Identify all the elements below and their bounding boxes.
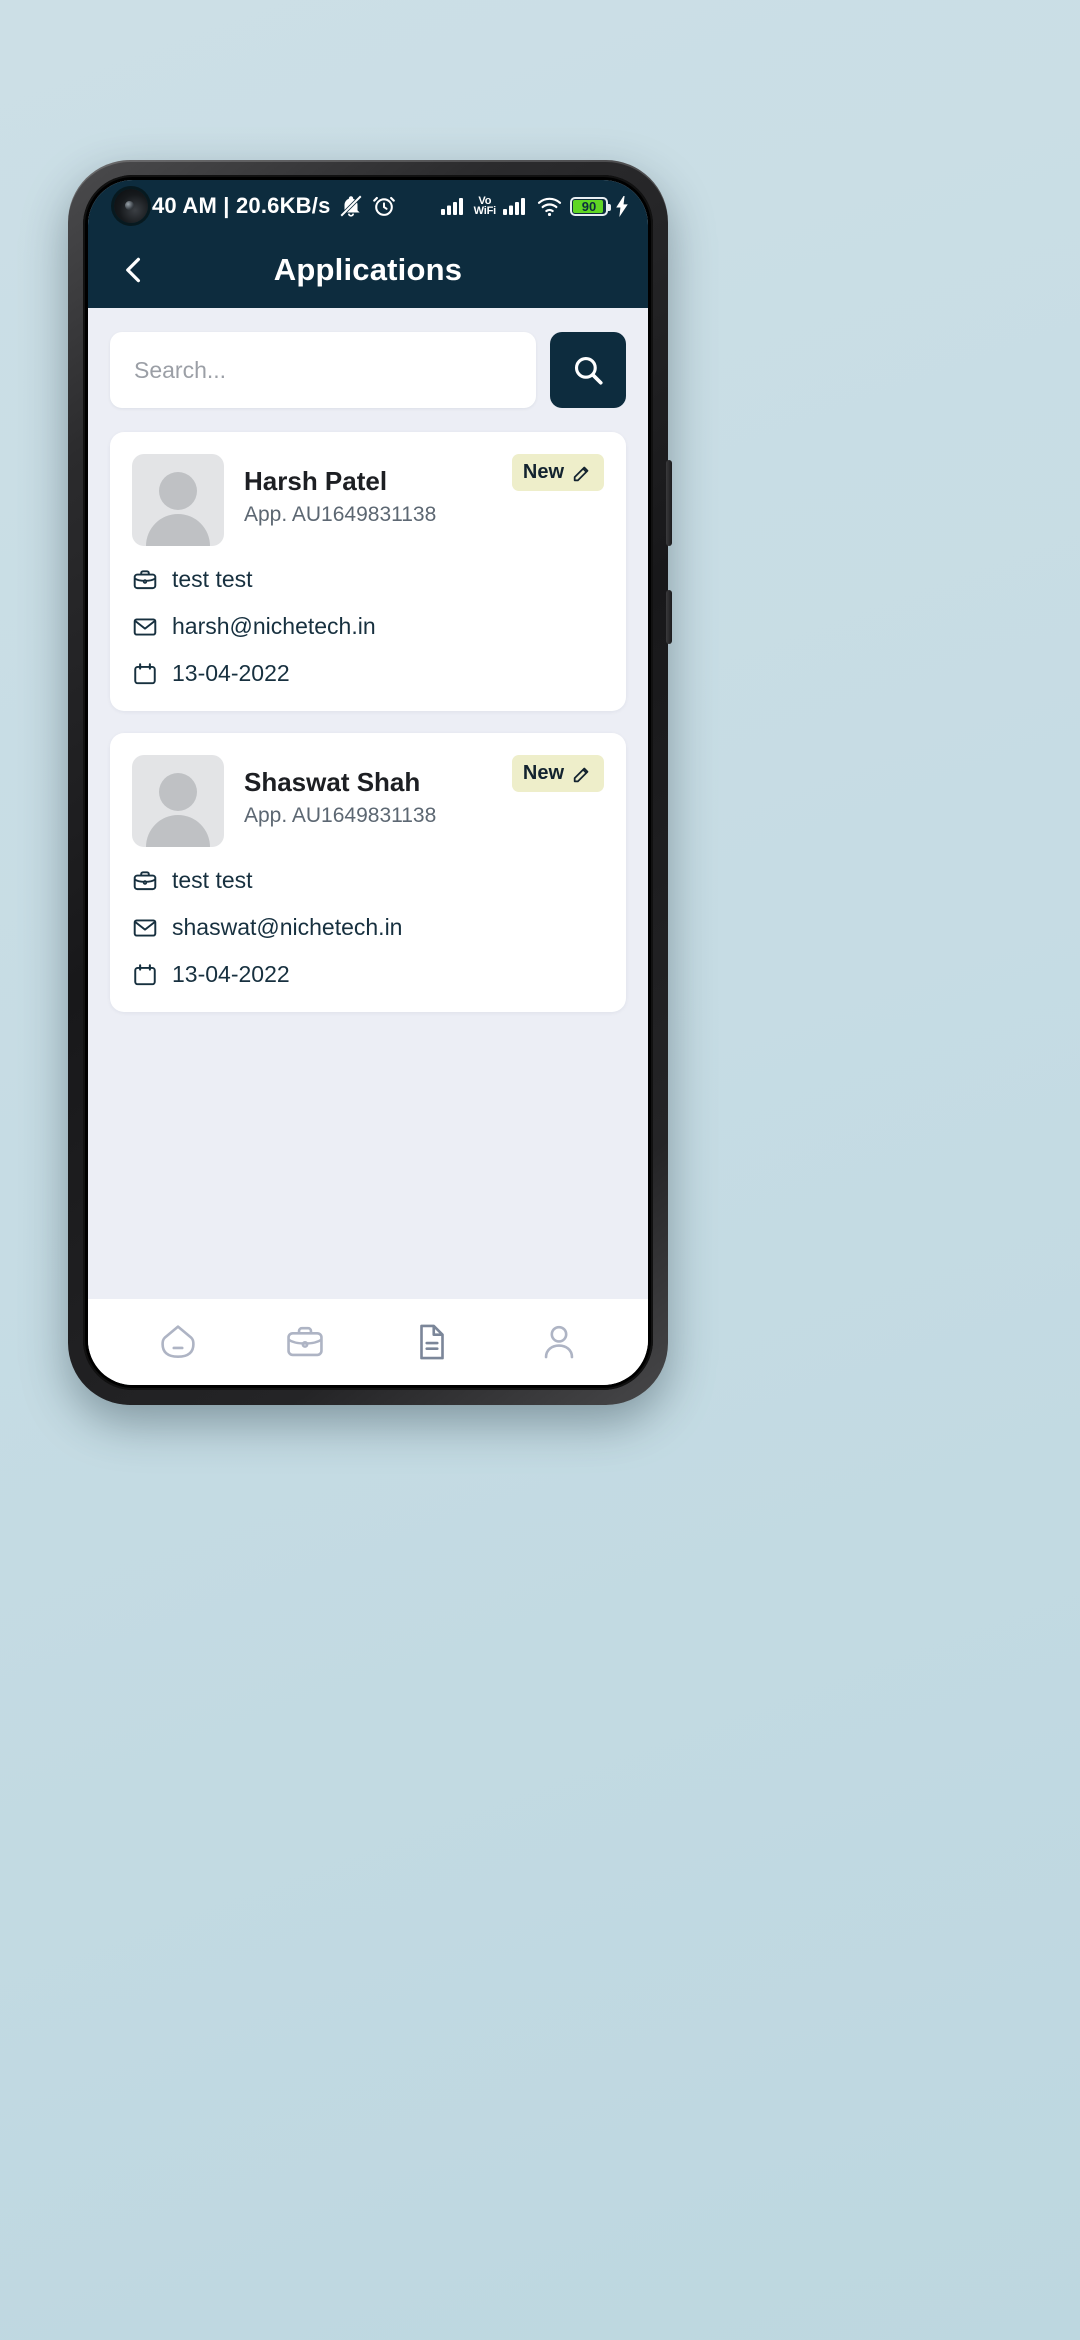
applicant-name: Shaswat Shah bbox=[244, 767, 421, 797]
search-row bbox=[110, 332, 626, 408]
envelope-icon bbox=[132, 915, 158, 941]
nav-item-jobs[interactable] bbox=[273, 1310, 337, 1374]
calendar-icon bbox=[132, 661, 158, 687]
email-address: shaswat@nichetech.in bbox=[172, 914, 403, 940]
page-title: Applications bbox=[273, 252, 463, 287]
content-area: New Harsh Patel App. AU1 bbox=[88, 304, 648, 1299]
avatar-head bbox=[159, 472, 197, 510]
charging-bolt-icon bbox=[616, 195, 628, 217]
detail-row-job: test test bbox=[132, 867, 604, 894]
application-card[interactable]: New Harsh Patel App. AU1649831138 test t… bbox=[110, 432, 626, 711]
document-icon bbox=[419, 1324, 444, 1360]
detail-row-email: shaswat@nichetech.in bbox=[132, 914, 604, 941]
status-bar: 40 AM | 20.6KB/s Vo WiFi 90 bbox=[88, 180, 648, 232]
avatar bbox=[132, 755, 224, 847]
phone-screen-bezel: 40 AM | 20.6KB/s Vo WiFi 90 Applications… bbox=[83, 175, 653, 1390]
nav-item-home[interactable] bbox=[146, 1310, 210, 1374]
briefcase-icon bbox=[132, 567, 158, 593]
app-header: Applications bbox=[88, 232, 648, 308]
signal-bars-icon bbox=[440, 198, 463, 215]
detail-row-job: test test bbox=[132, 566, 604, 593]
status-badge[interactable]: New bbox=[511, 755, 604, 792]
applicant-info: Shaswat Shah App. AU1649831138 bbox=[244, 755, 436, 828]
application-card[interactable]: New Shaswat Shah App. AU1649831138 test … bbox=[110, 733, 626, 1012]
signal-bars-icon-2 bbox=[503, 198, 525, 215]
search-icon bbox=[574, 356, 603, 385]
detail-row-email: harsh@nichetech.in bbox=[132, 613, 604, 640]
status-bar-right: Vo WiFi 90 bbox=[440, 195, 630, 217]
edit-pencil-icon bbox=[573, 466, 589, 481]
briefcase-icon bbox=[132, 868, 158, 894]
volume-button[interactable] bbox=[666, 460, 672, 546]
wifi-icon bbox=[537, 197, 562, 216]
battery-percent: 90 bbox=[581, 198, 597, 214]
applicant-name: Harsh Patel bbox=[244, 466, 388, 496]
status-bar-time-network: 40 AM | 20.6KB/s bbox=[152, 193, 331, 218]
application-number: App. AU1649831138 bbox=[244, 803, 437, 827]
calendar-icon bbox=[132, 962, 158, 988]
phone-device: 40 AM | 20.6KB/s Vo WiFi 90 Applications… bbox=[68, 160, 672, 1405]
application-date: 13-04-2022 bbox=[172, 961, 290, 987]
job-title: test test bbox=[172, 566, 253, 592]
edit-pencil-icon bbox=[573, 767, 589, 782]
status-badge-label: New bbox=[522, 461, 564, 483]
job-title: test test bbox=[172, 867, 253, 893]
applicant-info: Harsh Patel App. AU1649831138 bbox=[244, 454, 436, 527]
detail-row-date: 13-04-2022 bbox=[132, 660, 604, 687]
home-icon bbox=[160, 1325, 195, 1359]
chevron-left-icon bbox=[126, 257, 140, 283]
alarm-clock-icon bbox=[372, 196, 395, 216]
briefcase-icon bbox=[286, 1326, 323, 1357]
power-button[interactable] bbox=[666, 590, 672, 644]
nav-item-profile[interactable] bbox=[527, 1310, 591, 1374]
email-address: harsh@nichetech.in bbox=[172, 613, 376, 639]
search-input[interactable] bbox=[110, 332, 536, 408]
back-button[interactable] bbox=[112, 248, 156, 292]
application-number: App. AU1649831138 bbox=[244, 502, 437, 526]
status-badge[interactable]: New bbox=[511, 454, 604, 491]
avatar-head bbox=[159, 773, 197, 811]
vowifi-label: Vo WiFi bbox=[473, 195, 497, 217]
bell-muted-icon bbox=[339, 194, 362, 218]
status-bar-left: 40 AM | 20.6KB/s bbox=[152, 193, 397, 219]
avatar-body bbox=[146, 815, 210, 847]
status-badge-label: New bbox=[522, 762, 564, 784]
search-button[interactable] bbox=[550, 332, 626, 408]
avatar bbox=[132, 454, 224, 546]
phone-screen: 40 AM | 20.6KB/s Vo WiFi 90 Applications… bbox=[88, 180, 648, 1385]
detail-row-date: 13-04-2022 bbox=[132, 961, 604, 988]
nav-item-applications[interactable] bbox=[400, 1310, 464, 1374]
person-icon bbox=[544, 1325, 573, 1359]
front-camera-punch-hole bbox=[114, 189, 148, 223]
application-date: 13-04-2022 bbox=[172, 660, 290, 686]
bottom-navigation bbox=[88, 1299, 648, 1385]
envelope-icon bbox=[132, 614, 158, 640]
battery-indicator: 90 bbox=[570, 196, 611, 216]
avatar-body bbox=[146, 514, 210, 546]
